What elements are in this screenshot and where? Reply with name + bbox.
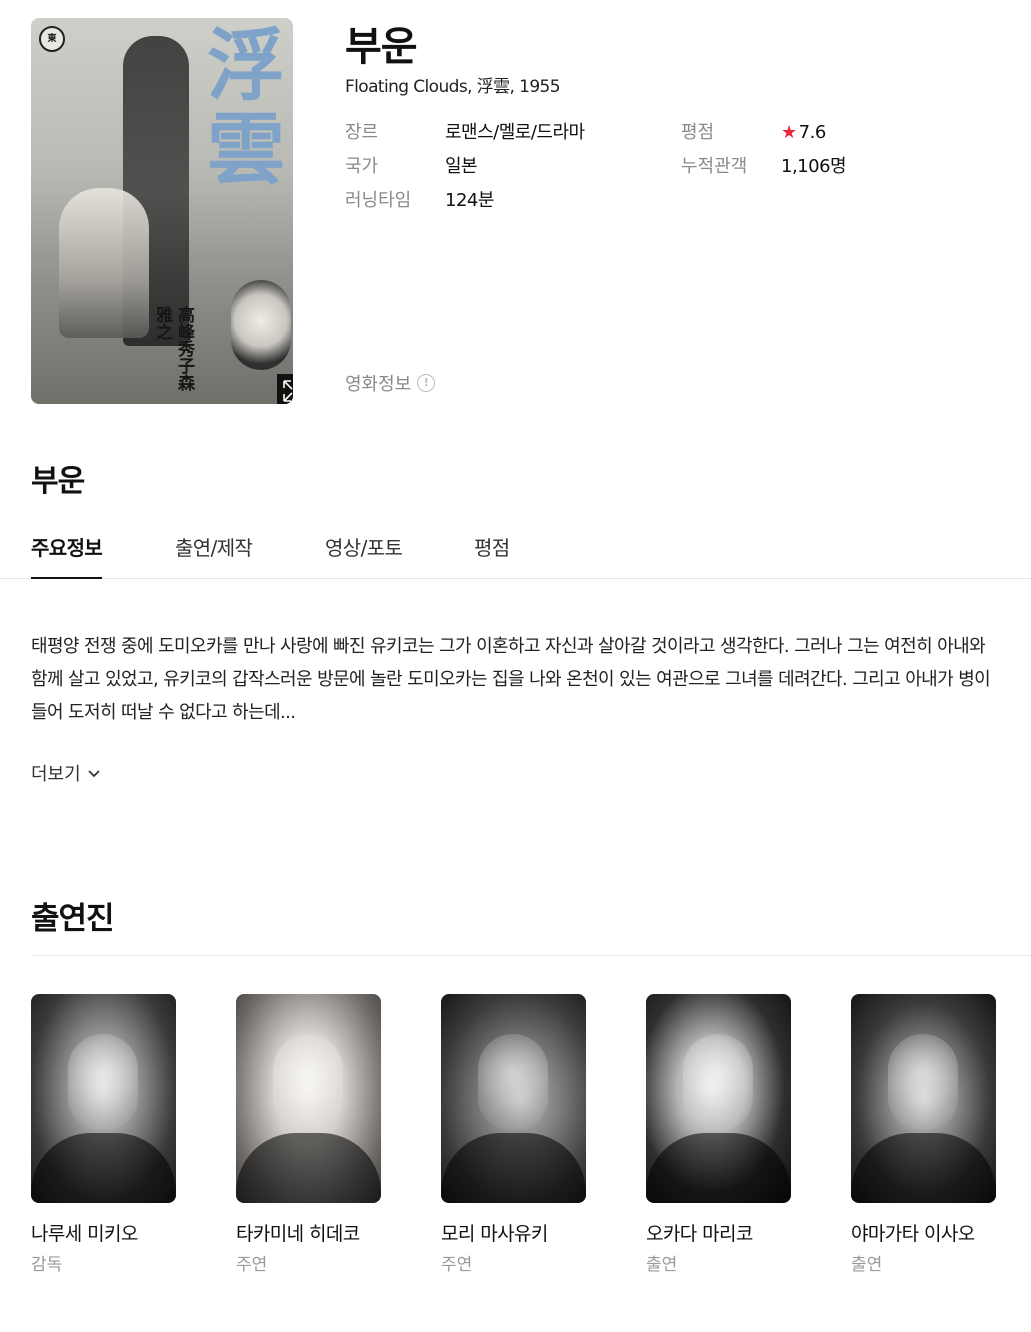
movie-subtitle: Floating Clouds, 浮雲, 1955 [345, 77, 561, 97]
divider [31, 955, 1031, 956]
tab-cast-crew[interactable]: 출연/제작 [175, 532, 253, 577]
cast-name[interactable]: 야마가타 이사오 [851, 1219, 996, 1246]
info-circle-icon[interactable]: ! [417, 374, 436, 392]
tab-video-photo[interactable]: 영상/포토 [325, 532, 403, 577]
cast-photo-body [646, 1133, 791, 1203]
movie-info-label: 영화정보 [345, 374, 412, 395]
cast-role: 출연 [646, 1255, 678, 1275]
poster-figure-woman [59, 188, 149, 338]
poster-credits: 高峰秀子森雅之 [152, 306, 194, 391]
cast-photo[interactable] [646, 994, 791, 1203]
country-value: 일본 [445, 156, 478, 177]
cast-photo-face [683, 1034, 753, 1130]
cast-photo[interactable] [31, 994, 176, 1203]
section-title: 부운 [31, 464, 85, 499]
cast-role: 감독 [31, 1255, 63, 1275]
cast-card[interactable]: 타카미네 히데코 주연 [236, 994, 381, 1275]
cast-name[interactable]: 나루세 미키오 [31, 1219, 176, 1246]
cast-photo-face [273, 1034, 343, 1130]
country-label: 국가 [345, 156, 379, 177]
expand-icon [283, 380, 293, 402]
cast-photo-face [888, 1034, 958, 1130]
expand-poster-button[interactable] [277, 374, 293, 404]
cast-photo-body [851, 1133, 996, 1203]
poster-title-glyphs: 浮雲 [194, 24, 285, 192]
chevron-down-icon [88, 770, 100, 778]
cast-photo[interactable] [851, 994, 996, 1203]
cast-section-title: 출연진 [31, 901, 115, 937]
tab-ratings[interactable]: 평점 [474, 532, 510, 577]
movie-info-link[interactable]: 영화정보 ! [345, 370, 436, 396]
cast-photo-body [441, 1133, 586, 1203]
movie-title: 부운 [345, 24, 418, 70]
cast-photo-body [31, 1133, 176, 1203]
studio-logo: 東 [39, 26, 65, 52]
poster-portrait [231, 280, 291, 370]
movie-poster[interactable]: 東 浮雲 高峰秀子森雅之 [31, 18, 293, 404]
cast-role: 주연 [236, 1255, 268, 1275]
runtime-value: 124분 [445, 190, 494, 211]
cast-photo-face [68, 1034, 138, 1130]
runtime-label: 러닝타임 [345, 190, 412, 211]
genre-label: 장르 [345, 122, 379, 143]
cast-card[interactable]: 오카다 마리코 출연 [646, 994, 791, 1275]
star-icon: ★ [781, 122, 797, 143]
cast-name[interactable]: 모리 마사유키 [441, 1219, 586, 1246]
tab-main-info[interactable]: 주요정보 [31, 532, 103, 579]
cast-name[interactable]: 타카미네 히데코 [236, 1219, 381, 1246]
cast-photo-face [478, 1034, 548, 1130]
more-button[interactable]: 더보기 [31, 760, 101, 786]
cast-role: 주연 [441, 1255, 473, 1275]
cast-card[interactable]: 야마가타 이사오 출연 [851, 994, 996, 1275]
tab-bar: 주요정보 출연/제작 영상/포토 평점 [0, 520, 1031, 579]
cast-card[interactable]: 나루세 미키오 감독 [31, 994, 176, 1275]
cast-photo[interactable] [236, 994, 381, 1203]
cast-card[interactable]: 모리 마사유키 주연 [441, 994, 586, 1275]
rating-value-wrap: ★ 7.6 [781, 120, 826, 146]
genre-value: 로맨스/멜로/드라마 [445, 122, 585, 143]
cast-photo[interactable] [441, 994, 586, 1203]
audience-label: 누적관객 [681, 156, 748, 177]
more-label: 더보기 [31, 764, 81, 785]
audience-value: 1,106명 [781, 156, 847, 177]
rating-label: 평점 [681, 122, 715, 143]
rating-value: 7.6 [798, 122, 827, 143]
cast-name[interactable]: 오카다 마리코 [646, 1219, 791, 1246]
synopsis-text: 태평양 전쟁 중에 도미오카를 만나 사랑에 빠진 유키코는 그가 이혼하고 자… [31, 636, 991, 723]
cast-role: 출연 [851, 1255, 883, 1275]
cast-photo-body [236, 1133, 381, 1203]
